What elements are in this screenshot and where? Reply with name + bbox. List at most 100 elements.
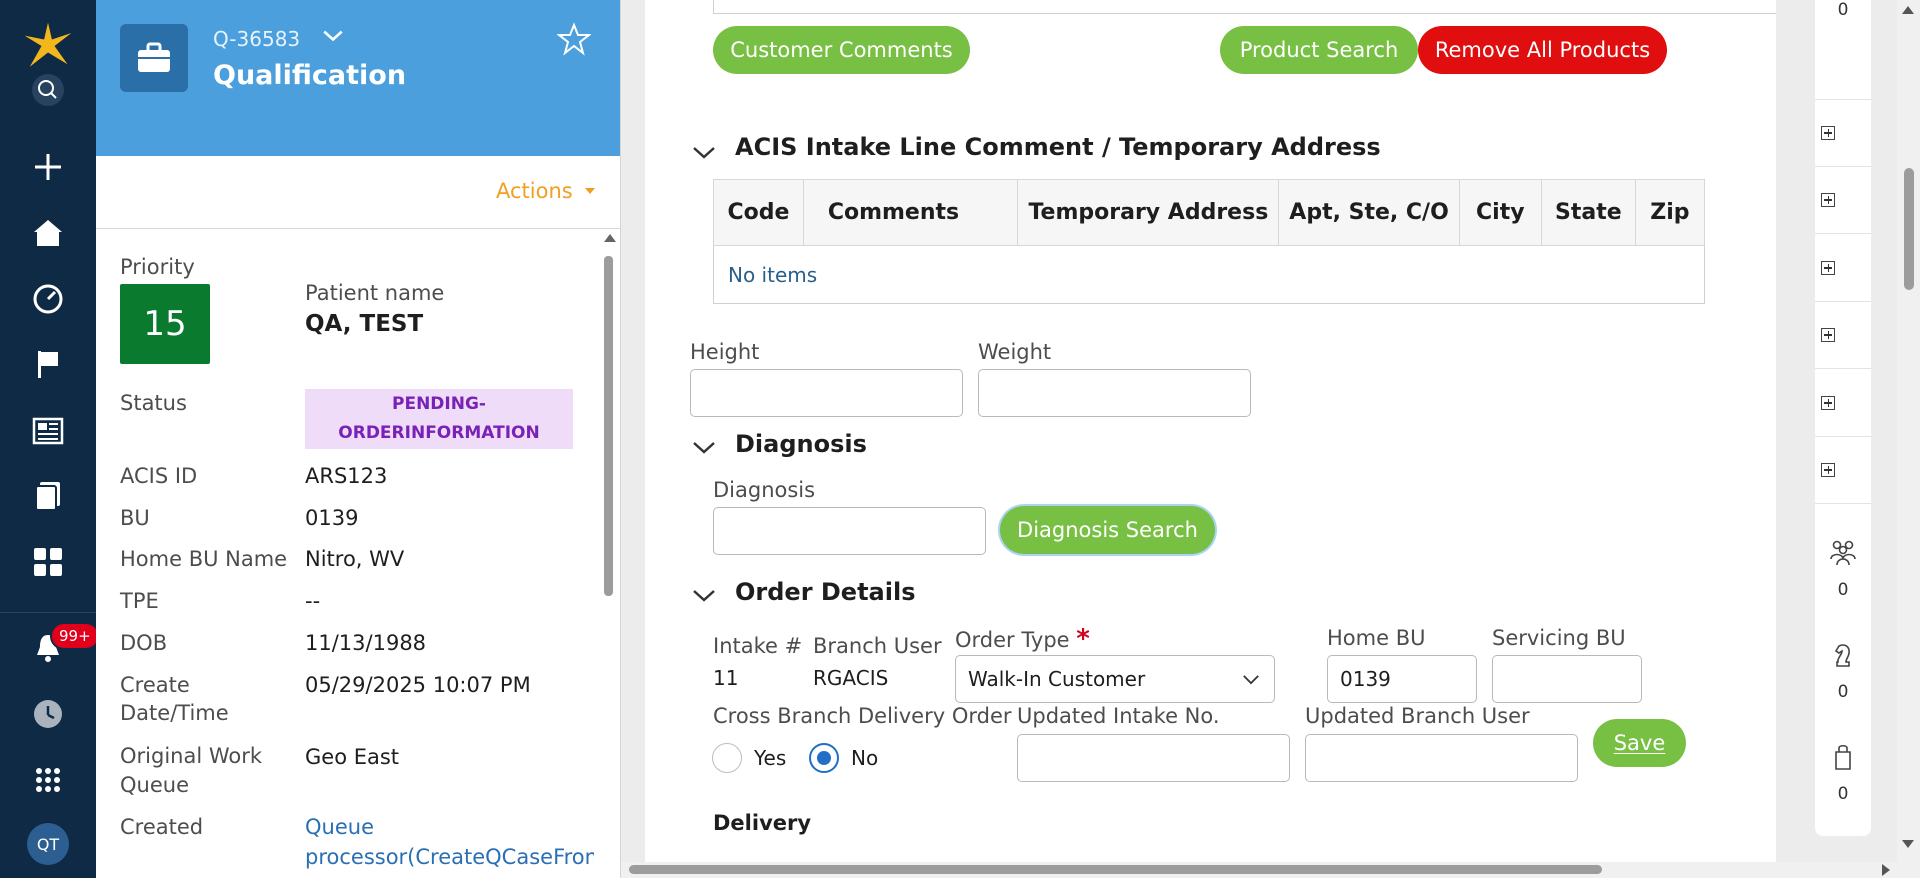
- column-header[interactable]: Code: [713, 179, 804, 246]
- page-vertical-scrollbar[interactable]: [1897, 0, 1920, 862]
- chevron-down-icon[interactable]: [691, 143, 717, 163]
- create-datetime-label-1: Create: [120, 673, 190, 697]
- star-icon[interactable]: [556, 22, 592, 56]
- dob-value: 11/13/1988: [305, 631, 427, 655]
- servicing-bu-label: Servicing BU: [1492, 626, 1626, 650]
- home-icon[interactable]: [28, 213, 68, 253]
- notifications-badge: 99+: [50, 622, 100, 650]
- history-icon[interactable]: [28, 694, 68, 734]
- intake-number-label: Intake #: [713, 634, 803, 658]
- product-search-button[interactable]: Product Search: [1220, 26, 1418, 74]
- created-link-2[interactable]: processor(CreateQCaseFromI: [305, 843, 594, 871]
- updated-branch-user-input[interactable]: [1305, 734, 1578, 782]
- column-header[interactable]: Zip: [1634, 179, 1706, 246]
- documents-icon[interactable]: [28, 476, 68, 516]
- group-icon[interactable]: [1828, 537, 1858, 567]
- diagnosis-search-button[interactable]: Diagnosis Search: [1000, 506, 1215, 554]
- expand-icon[interactable]: [1821, 193, 1835, 207]
- radio-no-label[interactable]: No: [851, 746, 878, 770]
- branch-user-label: Branch User: [813, 634, 942, 658]
- patient-name-value: QA, TEST: [305, 311, 424, 337]
- order-type-value: Walk-In Customer: [968, 667, 1146, 691]
- diagnosis-input[interactable]: [713, 507, 986, 555]
- rail-count-bag: 0: [1837, 784, 1849, 804]
- servicing-bu-input[interactable]: [1492, 655, 1642, 703]
- branch-user-value: RGACIS: [813, 666, 889, 690]
- required-asterisk: *: [1076, 624, 1090, 654]
- acis-id-label: ACIS ID: [120, 464, 198, 488]
- radio-no[interactable]: [809, 743, 839, 773]
- column-header[interactable]: Comments: [802, 179, 1019, 246]
- original-work-queue-value: Geo East: [305, 745, 400, 769]
- status-line-1: PENDING-: [392, 394, 486, 414]
- case-title: Qualification: [213, 60, 407, 91]
- delivery-section-title: Delivery: [713, 811, 812, 835]
- chevron-down-icon: [1243, 675, 1259, 685]
- page-horizontal-scrollbar[interactable]: [621, 862, 1920, 878]
- expand-icon[interactable]: [1821, 463, 1835, 477]
- dob-label: DOB: [120, 631, 168, 655]
- case-id: Q-36583: [213, 27, 301, 51]
- expand-icon[interactable]: [1821, 396, 1835, 410]
- original-work-queue-label-1: Original Work: [120, 744, 263, 768]
- cross-branch-label: Cross Branch Delivery Order: [713, 704, 1012, 728]
- height-label: Height: [690, 340, 760, 364]
- diagnosis-section-title: Diagnosis: [735, 430, 867, 458]
- column-header[interactable]: City: [1458, 179, 1542, 246]
- original-work-queue-label-2: Queue: [120, 773, 189, 797]
- radio-yes[interactable]: [712, 743, 742, 773]
- logo-icon[interactable]: [22, 20, 74, 72]
- order-type-label-text: Order Type: [955, 628, 1070, 652]
- chevron-down-icon[interactable]: [691, 438, 717, 458]
- case-header: Q-36583 Qualification: [96, 0, 620, 156]
- chevron-down-icon[interactable]: [318, 24, 348, 48]
- column-header[interactable]: State: [1540, 179, 1636, 246]
- created-link-1[interactable]: Queue: [305, 813, 374, 841]
- actions-label: Actions: [496, 179, 573, 203]
- home-bu-name-label: Home BU Name: [120, 547, 288, 571]
- flag-icon[interactable]: [28, 344, 68, 384]
- height-input[interactable]: [690, 369, 963, 417]
- customer-comments-button[interactable]: Customer Comments: [713, 26, 970, 74]
- column-header[interactable]: Temporary Address: [1017, 179, 1280, 246]
- create-datetime-value: 05/29/2025 10:07 PM: [305, 673, 531, 697]
- column-header[interactable]: Apt, Ste, C/O: [1278, 179, 1460, 246]
- remove-all-products-button[interactable]: Remove All Products: [1418, 26, 1667, 74]
- panel-scrollbar-thumb[interactable]: [604, 256, 613, 596]
- bu-label: BU: [120, 506, 150, 530]
- updated-intake-input[interactable]: [1017, 734, 1290, 782]
- priority-value: 15: [120, 284, 210, 364]
- create-datetime-label-2: Date/Time: [120, 701, 229, 725]
- expand-icon[interactable]: [1821, 261, 1835, 275]
- weight-input[interactable]: [978, 369, 1251, 417]
- expand-icon[interactable]: [1821, 126, 1835, 140]
- dashboard-gauge-icon[interactable]: [28, 279, 68, 319]
- radio-yes-label[interactable]: Yes: [754, 746, 786, 770]
- status-label: Status: [120, 391, 187, 415]
- tpe-value: --: [305, 589, 321, 613]
- home-bu-name-value: Nitro, WV: [305, 547, 405, 571]
- app-launcher-icon[interactable]: [28, 760, 68, 800]
- horizontal-scrollbar-thumb[interactable]: [629, 865, 1602, 874]
- chevron-down-icon[interactable]: [691, 586, 717, 606]
- rail-count-chess: 0: [1837, 682, 1849, 702]
- actions-menu[interactable]: Actions: [496, 179, 595, 203]
- home-bu-input[interactable]: 0139: [1327, 655, 1477, 703]
- plus-icon[interactable]: [28, 147, 68, 187]
- search-icon[interactable]: [28, 70, 68, 110]
- patient-name-label: Patient name: [305, 281, 445, 305]
- expand-icon[interactable]: [1821, 328, 1835, 342]
- order-details-section-title: Order Details: [735, 578, 916, 606]
- order-type-select[interactable]: Walk-In Customer: [955, 655, 1275, 703]
- acis-intake-table: Code Comments Temporary Address Apt, Ste…: [713, 179, 1706, 304]
- save-button[interactable]: Save: [1593, 719, 1686, 767]
- avatar[interactable]: QT: [27, 823, 69, 865]
- rail-count-group: 0: [1837, 580, 1849, 600]
- chess-knight-icon[interactable]: [1828, 640, 1858, 670]
- bag-icon[interactable]: [1828, 742, 1858, 772]
- briefcase-icon: [120, 24, 188, 92]
- left-navigation: 99+ QT: [0, 0, 100, 878]
- page-scrollbar-thumb[interactable]: [1904, 168, 1914, 290]
- news-icon[interactable]: [28, 411, 68, 451]
- apps-grid-icon[interactable]: [28, 542, 68, 582]
